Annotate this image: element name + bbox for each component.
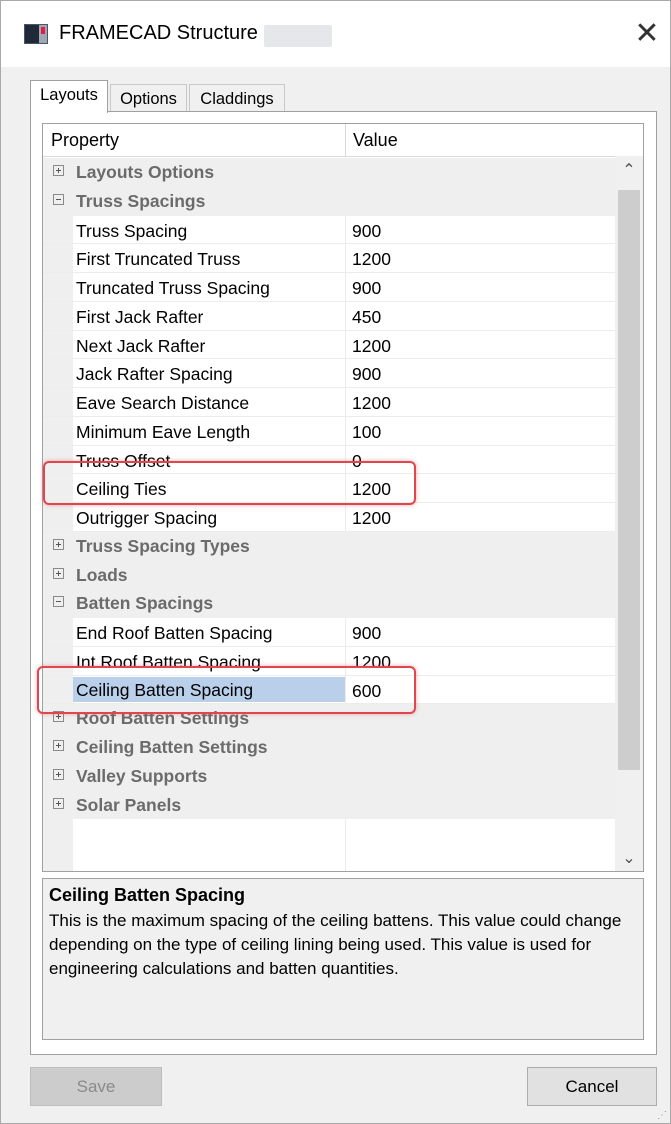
vertical-scrollbar[interactable]: ⌃ ⌄	[615, 156, 643, 871]
category-label: Valley Supports	[76, 765, 208, 786]
ceiling-ties-callout	[43, 461, 416, 505]
redacted-title-suffix	[264, 25, 332, 47]
expand-icon[interactable]	[53, 567, 64, 579]
expand-icon[interactable]	[53, 165, 64, 176]
property-name: End Roof Batten Spacing	[76, 623, 273, 643]
save-button[interactable]: Save	[30, 1067, 162, 1106]
tab-claddings[interactable]: Claddings	[189, 84, 285, 112]
property-name: First Jack Rafter	[76, 306, 204, 327]
property-value[interactable]: 900	[352, 221, 381, 242]
expand-icon[interactable]	[53, 768, 64, 780]
property-name: Outrigger Spacing	[76, 508, 218, 528]
help-title: Ceiling Batten Spacing	[49, 885, 246, 905]
property-row[interactable]: Next Jack Rafter 1200	[43, 330, 615, 360]
category-row[interactable]: Batten Spacings	[43, 589, 615, 618]
category-label: Truss Spacings	[76, 190, 206, 211]
category-row[interactable]: Truss Spacings	[43, 186, 615, 216]
category-row[interactable]: Valley Supports	[43, 761, 615, 791]
property-value[interactable]: 900	[352, 623, 381, 644]
ceiling-batten-spacing-callout	[37, 666, 416, 714]
grid-header: Property Value	[43, 124, 643, 157]
tab-layouts[interactable]: Layouts	[30, 80, 108, 113]
close-icon[interactable]: ✕	[625, 11, 669, 57]
property-row[interactable]: Truncated Truss Spacing 900	[43, 273, 615, 302]
scrollbar-thumb[interactable]	[618, 190, 640, 770]
collapse-icon[interactable]	[53, 596, 64, 608]
category-row[interactable]: Ceiling Batten Settings	[43, 733, 615, 762]
title-bar: FRAMECAD Structure ✕	[1, 1, 670, 67]
scroll-down-icon[interactable]: ⌄	[615, 844, 643, 871]
cancel-button[interactable]: Cancel	[527, 1067, 657, 1106]
tab-options[interactable]: Options	[110, 84, 187, 112]
property-row[interactable]: First Truncated Truss 1200	[43, 244, 615, 273]
property-value[interactable]: 900	[352, 278, 381, 299]
category-label: Truss Spacing Types	[76, 535, 250, 556]
resize-grip-icon[interactable]: ⋰	[657, 1110, 667, 1121]
property-value[interactable]: 100	[352, 422, 381, 443]
category-label: Solar Panels	[76, 794, 182, 815]
grid-empty-area	[43, 814, 615, 871]
property-row[interactable]: Jack Rafter Spacing 900	[43, 359, 615, 388]
property-row[interactable]: First Jack Rafter 450	[43, 301, 615, 331]
category-row[interactable]: Truss Spacing Types	[43, 531, 615, 561]
property-name: Eave Search Distance	[76, 393, 250, 413]
property-name: Next Jack Rafter	[76, 335, 206, 356]
help-pane: Ceiling Batten Spacing This is the maxim…	[42, 878, 644, 1040]
window-title: FRAMECAD Structure	[59, 22, 258, 44]
property-value[interactable]: 1200	[352, 249, 391, 270]
property-name: Truncated Truss Spacing	[76, 278, 270, 298]
property-name: Jack Rafter Spacing	[76, 364, 233, 385]
help-description: This is the maximum spacing of the ceili…	[49, 911, 622, 978]
property-row[interactable]: Eave Search Distance 1200	[43, 388, 615, 417]
app-icon	[24, 24, 48, 44]
property-value[interactable]: 900	[352, 364, 381, 385]
property-value[interactable]: 1200	[352, 393, 391, 414]
property-column-header[interactable]: Property	[51, 130, 119, 151]
property-row[interactable]: End Roof Batten Spacing 900	[43, 618, 615, 647]
scroll-up-icon[interactable]: ⌃	[615, 156, 643, 184]
expand-icon[interactable]	[53, 740, 64, 751]
property-value[interactable]: 1200	[352, 508, 391, 529]
expand-icon[interactable]	[53, 797, 64, 809]
property-row[interactable]: Outrigger Spacing 1200	[43, 503, 615, 532]
category-label: Loads	[76, 564, 128, 585]
property-value[interactable]: 450	[352, 307, 381, 328]
expand-icon[interactable]	[53, 538, 64, 550]
category-label: Batten Spacings	[76, 593, 214, 614]
collapse-icon[interactable]	[53, 193, 64, 205]
category-row[interactable]: Loads	[43, 560, 615, 590]
property-name: Truss Spacing	[76, 220, 188, 241]
property-name: Minimum Eave Length	[76, 421, 251, 442]
property-row[interactable]: Truss Spacing 900	[43, 215, 615, 245]
property-row[interactable]: Minimum Eave Length 100	[43, 416, 615, 446]
category-label: Layouts Options	[76, 162, 215, 182]
property-value[interactable]: 1200	[352, 336, 391, 357]
category-label: Ceiling Batten Settings	[76, 737, 268, 757]
property-name: First Truncated Truss	[76, 249, 241, 270]
value-column-header[interactable]: Value	[353, 130, 398, 151]
category-row[interactable]: Layouts Options	[43, 158, 615, 187]
